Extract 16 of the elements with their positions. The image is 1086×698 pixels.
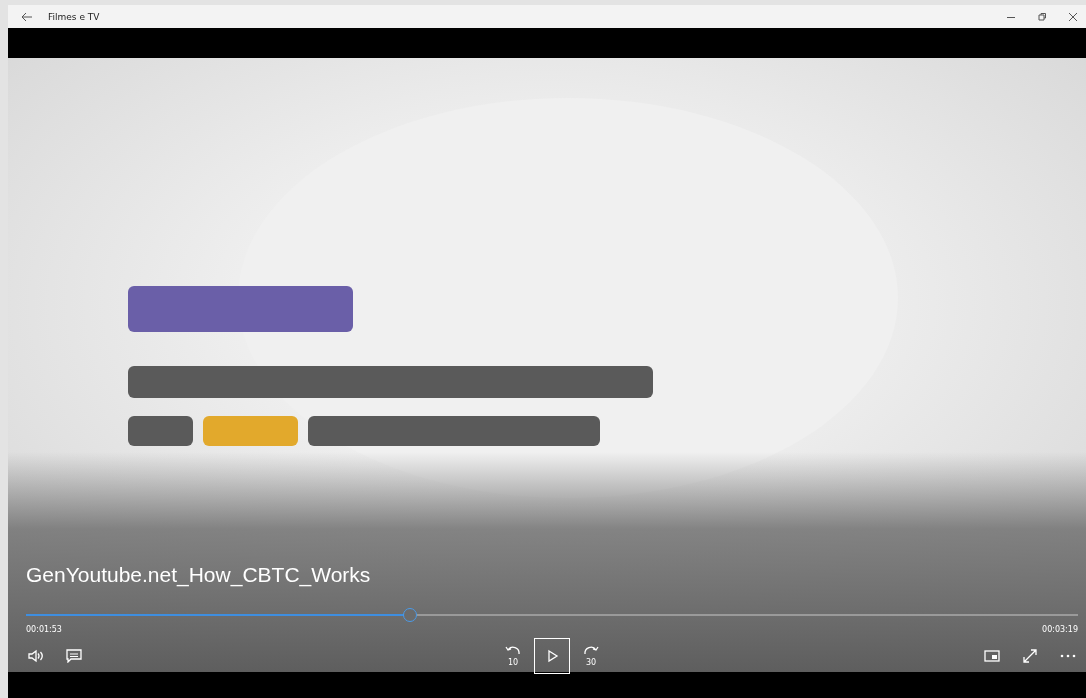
media-title: GenYoutube.net_How_CBTC_Works — [26, 563, 371, 589]
rewind-arrow-icon — [505, 645, 521, 655]
total-duration: 00:03:19 — [1042, 625, 1078, 634]
mini-view-icon[interactable] — [984, 650, 1000, 662]
volume-icon[interactable] — [28, 649, 44, 663]
play-icon — [545, 649, 559, 663]
skip-forward-button[interactable]: 30 — [580, 645, 602, 667]
play-button[interactable] — [534, 638, 570, 674]
window-title: Filmes e TV — [48, 11, 101, 22]
progress-slider[interactable] — [26, 608, 1078, 622]
captions-icon[interactable] — [66, 649, 82, 663]
skip-back-button[interactable]: 10 — [502, 645, 524, 667]
forward-arrow-icon — [583, 645, 599, 655]
fullscreen-icon[interactable] — [1022, 648, 1038, 664]
elapsed-time: 00:01:53 — [26, 625, 62, 634]
more-options-icon[interactable] — [1060, 654, 1076, 658]
